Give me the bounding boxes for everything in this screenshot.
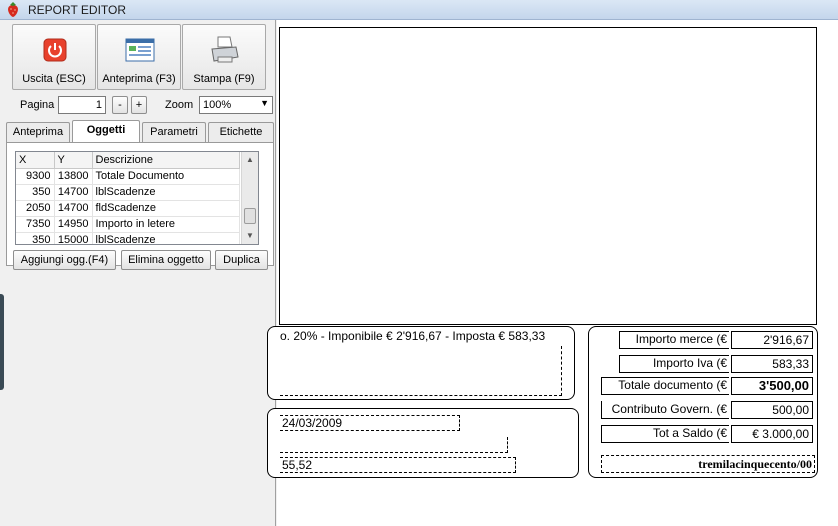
due-date: 24/03/2009	[282, 416, 343, 430]
totals-box[interactable]: Importo merce (€ 2'916,67 Importo Iva (€…	[588, 326, 818, 478]
vat-summary-line: o. 20% - Imponibile € 2'916,67 - Imposta…	[280, 329, 546, 343]
objects-tab-pane: X Y Descrizione 9300 13800 Totale Docume…	[6, 142, 274, 266]
page-prev-button[interactable]: -	[112, 96, 128, 114]
printer-icon	[211, 36, 239, 63]
preview-button-label: Anteprima (F3)	[102, 73, 176, 85]
zoom-label: Zoom	[165, 99, 194, 111]
side-edge	[0, 294, 4, 390]
preview-button[interactable]: Anteprima (F3)	[97, 24, 181, 90]
print-button[interactable]: Stampa (F9)	[182, 24, 266, 90]
title-bar: REPORT EDITOR	[0, 0, 838, 20]
amount-field[interactable]: 55,52	[280, 457, 516, 473]
exit-button-label: Uscita (ESC)	[22, 73, 86, 85]
chevron-down-icon: ▼	[260, 98, 269, 108]
column-header-x[interactable]: X	[16, 152, 55, 169]
delete-object-button[interactable]: Elimina oggetto	[121, 250, 211, 270]
cell-x: 350	[16, 184, 55, 201]
tab-strip: Anteprima Oggetti Parametri Etichette	[6, 120, 274, 143]
value-importo-iva[interactable]: 583,33	[731, 355, 813, 373]
cell-descrizione: lblScadenze	[92, 232, 240, 244]
column-header-y[interactable]: Y	[54, 152, 93, 169]
strawberry-icon	[8, 2, 18, 17]
value-contributo-govern[interactable]: 500,00	[731, 401, 813, 419]
print-button-label: Stampa (F9)	[193, 73, 255, 85]
value-totale-documento[interactable]: 3'500,00	[731, 377, 813, 395]
zoom-value: 100%	[203, 99, 232, 111]
left-panel: Uscita (ESC) Anteprima (F3) Stampa (F9) …	[0, 20, 276, 526]
label-importo-merce: Importo merce (€	[619, 331, 729, 349]
objects-grid[interactable]: X Y Descrizione 9300 13800 Totale Docume…	[15, 151, 259, 245]
cell-descrizione: Importo in letere	[92, 216, 240, 233]
cell-x: 7350	[16, 216, 55, 233]
column-header-descrizione[interactable]: Descrizione	[92, 152, 240, 169]
scroll-down-icon[interactable]: ▼	[242, 228, 258, 244]
cell-descrizione: lblScadenze	[92, 184, 240, 201]
table-row[interactable]: 7350 14950 Importo in letere	[16, 216, 240, 233]
date-field[interactable]: 24/03/2009	[280, 415, 460, 431]
duplicate-button[interactable]: Duplica	[215, 250, 268, 270]
power-icon	[43, 38, 67, 62]
objects-table: X Y Descrizione 9300 13800 Totale Docume…	[16, 152, 240, 244]
label-importo-iva: Importo Iva (€	[619, 355, 729, 373]
cell-y: 14950	[54, 216, 93, 233]
window-title: REPORT EDITOR	[28, 3, 127, 17]
cell-y: 13800	[54, 168, 93, 185]
report-canvas[interactable]: o. 20% - Imponibile € 2'916,67 - Imposta…	[267, 20, 838, 526]
deadlines-field[interactable]	[280, 437, 508, 453]
tab-anteprima[interactable]: Anteprima	[6, 122, 70, 142]
cell-y: 15000	[54, 232, 93, 244]
table-row[interactable]: 350 15000 lblScadenze	[16, 232, 240, 244]
cell-descrizione: fldScadenze	[92, 200, 240, 217]
table-row[interactable]: 9300 13800 Totale Documento	[16, 168, 240, 185]
vat-summary-box[interactable]: o. 20% - Imponibile € 2'916,67 - Imposta…	[267, 326, 575, 400]
page-label: Pagina	[20, 99, 55, 111]
page-input[interactable]: 1	[58, 96, 106, 114]
tab-etichette[interactable]: Etichette	[208, 122, 274, 142]
label-tot-a-saldo: Tot a Saldo (€	[601, 425, 729, 443]
page-next-button[interactable]: +	[131, 96, 147, 114]
cell-descrizione: Totale Documento	[92, 168, 240, 185]
tab-oggetti[interactable]: Oggetti	[72, 120, 140, 143]
value-importo-merce[interactable]: 2'916,67	[731, 331, 813, 349]
amount-in-words-field[interactable]: tremilacinquecento/00	[601, 455, 815, 473]
cell-x: 350	[16, 232, 55, 244]
tab-parametri[interactable]: Parametri	[142, 122, 206, 142]
scrollbar-thumb[interactable]	[244, 208, 256, 224]
page-body-area[interactable]	[279, 27, 817, 325]
deadlines-box[interactable]: 24/03/2009 55,52	[267, 408, 579, 478]
amount-in-words: tremilacinquecento/00	[698, 457, 812, 471]
vat-detail-field[interactable]	[280, 346, 562, 396]
cell-y: 14700	[54, 184, 93, 201]
cell-y: 14700	[54, 200, 93, 217]
preview-window-icon	[125, 38, 155, 62]
partial-amount: 55,52	[282, 458, 313, 472]
cell-x: 9300	[16, 168, 55, 185]
scroll-up-icon[interactable]: ▲	[242, 152, 258, 168]
label-totale-documento: Totale documento (€	[601, 377, 729, 395]
exit-button[interactable]: Uscita (ESC)	[12, 24, 96, 90]
zoom-select[interactable]: 100% ▼	[199, 96, 273, 114]
table-row[interactable]: 2050 14700 fldScadenze	[16, 200, 240, 217]
cell-x: 2050	[16, 200, 55, 217]
add-object-button[interactable]: Aggiungi ogg.(F4)	[13, 250, 116, 270]
table-row[interactable]: 350 14700 lblScadenze	[16, 184, 240, 201]
grid-scrollbar[interactable]: ▲ ▼	[241, 152, 258, 244]
value-tot-a-saldo[interactable]: € 3.000,00	[731, 425, 813, 443]
label-contributo-govern: Contributo Govern. (€	[601, 401, 729, 419]
